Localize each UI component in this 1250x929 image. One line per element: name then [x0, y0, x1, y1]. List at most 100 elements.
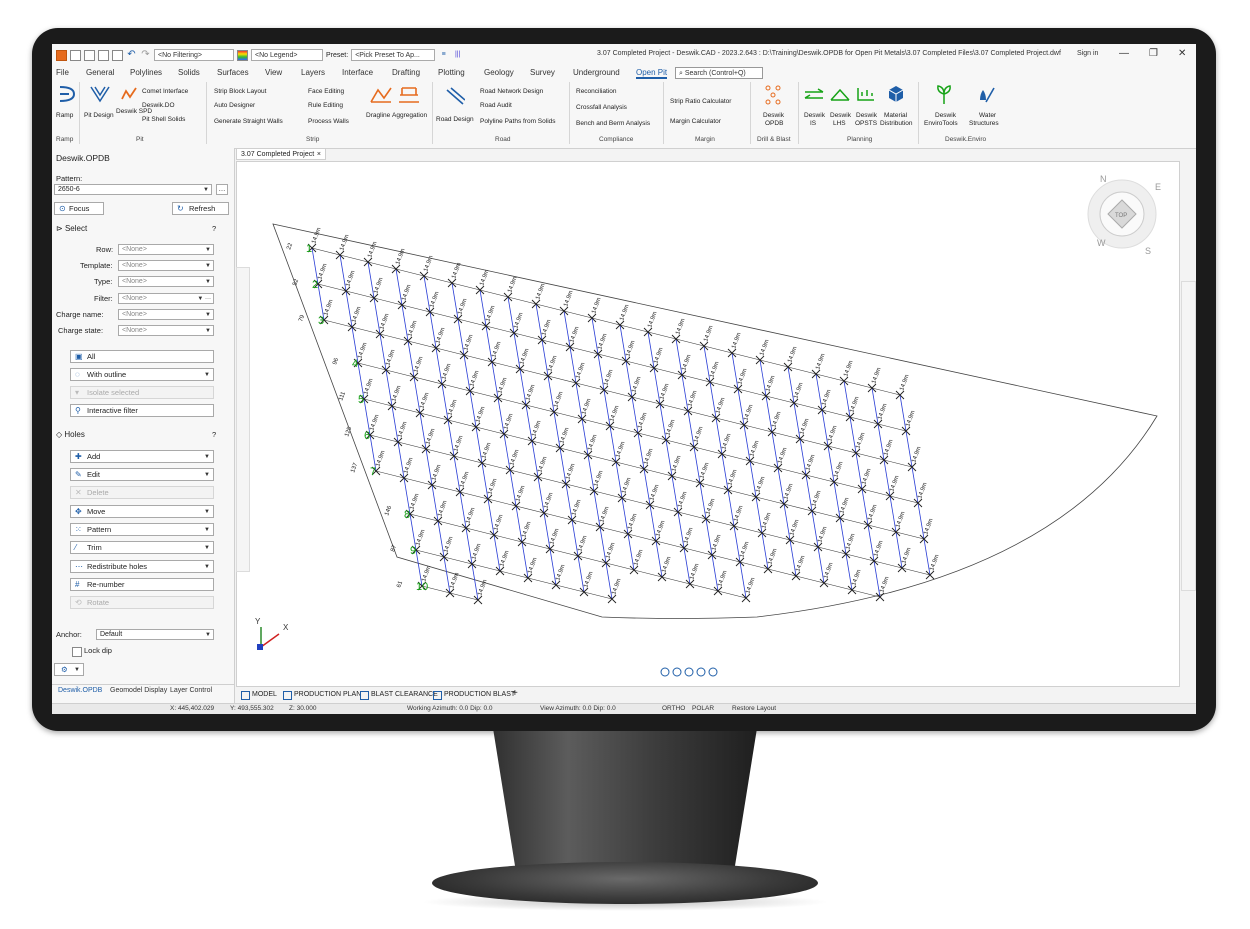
hole-marker[interactable]: [785, 535, 795, 545]
layout-tab-production-blast[interactable]: PRODUCTION BLAST: [432, 689, 515, 701]
hole-marker[interactable]: [521, 400, 531, 410]
hole-marker[interactable]: [623, 529, 633, 539]
hole-marker[interactable]: [639, 464, 649, 474]
aggregation-button[interactable]: Aggregation: [392, 112, 427, 119]
open-icon[interactable]: [84, 49, 95, 61]
process-walls-button[interactable]: Process Walls: [308, 118, 349, 125]
select-section-header[interactable]: ⊳ Select: [56, 224, 87, 233]
hole-marker[interactable]: [839, 376, 849, 386]
hole-marker[interactable]: [841, 549, 851, 559]
hole-marker[interactable]: [453, 314, 463, 324]
hole-marker[interactable]: [387, 401, 397, 411]
strip-block-layout-button[interactable]: Strip Block Layout: [214, 88, 266, 95]
hole-marker[interactable]: [919, 534, 929, 544]
bench-berm-button[interactable]: Bench and Berm Analysis: [576, 120, 650, 127]
hole-marker[interactable]: [537, 335, 547, 345]
edit-hole-button[interactable]: ✎ Edit ▼: [70, 468, 214, 481]
sign-in-link[interactable]: Sign in: [1077, 50, 1098, 57]
hole-marker[interactable]: [655, 399, 665, 409]
tab-drafting[interactable]: Drafting: [392, 68, 420, 77]
hole-marker[interactable]: [531, 299, 541, 309]
focus-button[interactable]: ⊙ Focus: [54, 202, 104, 215]
tab-file[interactable]: File: [56, 68, 69, 77]
legend-combo[interactable]: <No Legend>: [251, 49, 323, 61]
road-design-icon[interactable]: [445, 86, 465, 106]
hole-marker[interactable]: [767, 427, 777, 437]
polar-toggle[interactable]: POLAR: [692, 705, 714, 712]
anchor-select[interactable]: Default ▼: [96, 629, 214, 640]
hole-marker[interactable]: [477, 458, 487, 468]
tab-view[interactable]: View: [265, 68, 282, 77]
hole-marker[interactable]: [611, 457, 621, 467]
road-network-design-button[interactable]: Road Network Design: [480, 88, 543, 95]
hole-marker[interactable]: [555, 443, 565, 453]
hole-marker[interactable]: [447, 278, 457, 288]
select-help-icon[interactable]: ?: [212, 224, 216, 233]
hole-marker[interactable]: [851, 448, 861, 458]
template-select[interactable]: <None> ▼: [118, 260, 214, 271]
hole-marker[interactable]: [427, 480, 437, 490]
hole-marker[interactable]: [511, 501, 521, 511]
hole-marker[interactable]: [489, 530, 499, 540]
rule-editing-button[interactable]: Rule Editing: [308, 102, 343, 109]
hole-marker[interactable]: [409, 372, 419, 382]
auto-designer-button[interactable]: Auto Designer: [214, 102, 255, 109]
aggregation-icon[interactable]: [398, 86, 420, 104]
hole-marker[interactable]: [473, 595, 483, 605]
deswik-opdb-icon[interactable]: [763, 84, 783, 106]
save-icon[interactable]: [98, 49, 109, 61]
hole-marker[interactable]: [643, 327, 653, 337]
hole-marker[interactable]: [925, 570, 935, 580]
pattern-more-button[interactable]: …: [216, 184, 228, 195]
hole-marker[interactable]: [873, 419, 883, 429]
add-layout-button[interactable]: +: [512, 688, 518, 699]
hole-marker[interactable]: [381, 365, 391, 375]
hole-marker[interactable]: [901, 426, 911, 436]
hole-marker[interactable]: [505, 465, 515, 475]
deswik-is-icon[interactable]: [804, 88, 824, 102]
ramp-button[interactable]: Ramp: [56, 112, 73, 119]
face-editing-button[interactable]: Face Editing: [308, 88, 344, 95]
orbit-icon[interactable]: [684, 667, 694, 677]
reconciliation-button[interactable]: Reconciliation: [576, 88, 616, 95]
hole-marker[interactable]: [627, 392, 637, 402]
layout-tab-model[interactable]: MODEL: [240, 689, 277, 701]
hole-marker[interactable]: [375, 329, 385, 339]
hole-marker[interactable]: [817, 405, 827, 415]
hole-marker[interactable]: [773, 463, 783, 473]
print-icon[interactable]: [112, 49, 123, 61]
hole-marker[interactable]: [397, 300, 407, 310]
hole-marker[interactable]: [583, 450, 593, 460]
app-logo-icon[interactable]: [56, 49, 67, 61]
hole-marker[interactable]: [465, 386, 475, 396]
hole-marker[interactable]: [695, 478, 705, 488]
hole-marker[interactable]: [481, 321, 491, 331]
envirotools-line2[interactable]: EnviroTools: [924, 120, 958, 127]
hole-marker[interactable]: [533, 472, 543, 482]
dragline-icon[interactable]: [370, 86, 392, 104]
hole-marker[interactable]: [347, 322, 357, 332]
hole-marker[interactable]: [503, 292, 513, 302]
hole-marker[interactable]: [789, 398, 799, 408]
deswik-lhs-icon[interactable]: [830, 86, 850, 102]
dragline-button[interactable]: Dragline: [366, 112, 390, 119]
comet-interface-button[interactable]: Comet Interface: [142, 88, 188, 95]
hole-marker[interactable]: [471, 422, 481, 432]
hole-marker[interactable]: [419, 271, 429, 281]
hole-marker[interactable]: [421, 444, 431, 454]
hole-marker[interactable]: [577, 414, 587, 424]
hole-marker[interactable]: [543, 371, 553, 381]
pit-shell-solids-button[interactable]: Pit Shell Solids: [142, 116, 185, 123]
hole-marker[interactable]: [459, 350, 469, 360]
hole-marker[interactable]: [875, 592, 885, 602]
charge-state-select[interactable]: <None> ▼: [118, 325, 214, 336]
hole-marker[interactable]: [795, 434, 805, 444]
hole-marker[interactable]: [523, 573, 533, 583]
panel-tab-opdb[interactable]: Deswik.OPDB: [58, 687, 102, 694]
hole-marker[interactable]: [369, 293, 379, 303]
hole-marker[interactable]: [579, 587, 589, 597]
hole-marker[interactable]: [913, 498, 923, 508]
deswik-is-line1[interactable]: Deswik: [804, 112, 825, 119]
tab-geology[interactable]: Geology: [484, 68, 514, 77]
undo-icon[interactable]: ↶: [126, 49, 137, 61]
